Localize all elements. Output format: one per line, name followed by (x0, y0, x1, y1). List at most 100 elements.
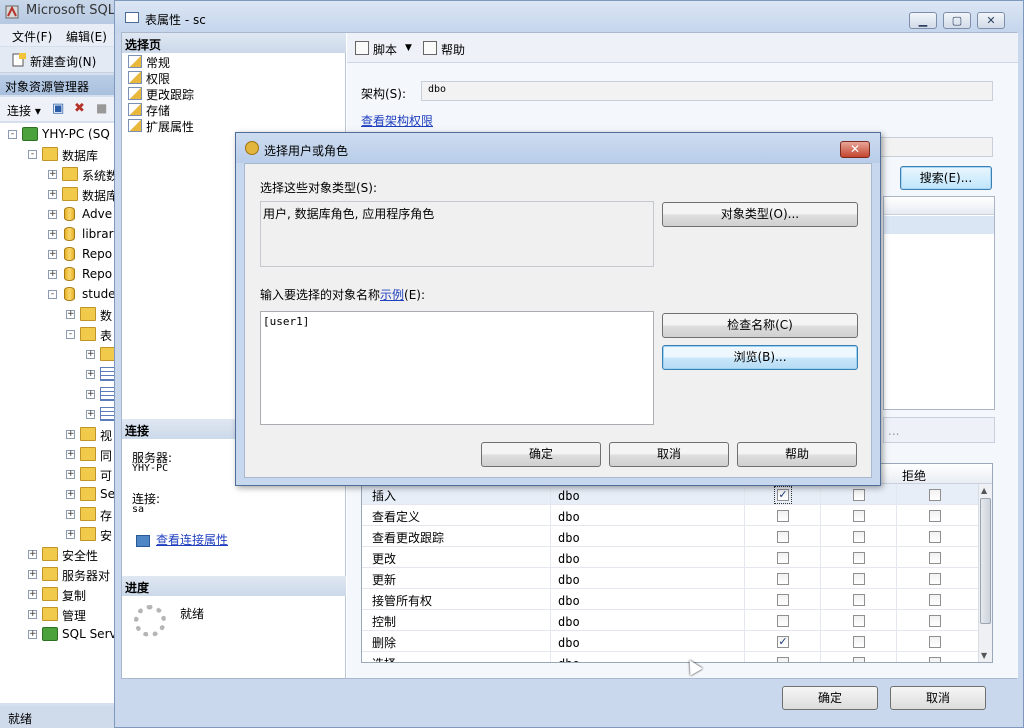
connect-dropdown[interactable]: 连接 ▾ (7, 104, 41, 118)
expand-icon[interactable]: + (86, 390, 95, 399)
deny-checkbox[interactable] (929, 510, 941, 522)
expand-icon[interactable]: + (66, 490, 75, 499)
with-grant-checkbox[interactable] (853, 657, 865, 662)
with-grant-checkbox[interactable] (853, 594, 865, 606)
maximize-button[interactable]: ▢ (943, 12, 971, 29)
grant-checkbox[interactable] (777, 510, 789, 522)
scroll-up-icon[interactable]: ▲ (981, 486, 987, 495)
expand-icon[interactable]: + (86, 410, 95, 419)
disconnect-icon[interactable]: ✖ (74, 101, 85, 116)
menu-edit[interactable]: 编辑(E) (66, 28, 107, 45)
expand-icon[interactable]: + (66, 510, 75, 519)
expand-icon[interactable]: + (86, 370, 95, 379)
select-dialog-close-button[interactable]: ✕ (840, 141, 870, 158)
deny-checkbox[interactable] (929, 573, 941, 585)
deny-checkbox[interactable] (929, 657, 941, 662)
menu-file[interactable]: 文件(F) (12, 28, 52, 45)
expand-icon[interactable]: + (28, 610, 37, 619)
scroll-down-icon[interactable]: ▼ (981, 651, 987, 660)
permission-row[interactable]: 删除 dbo ✓ (362, 631, 978, 652)
collapse-icon[interactable]: - (48, 290, 57, 299)
expand-icon[interactable]: + (86, 350, 95, 359)
object-types-button[interactable]: 对象类型(O)... (662, 202, 858, 227)
expand-icon[interactable]: + (66, 470, 75, 479)
expand-icon[interactable]: + (48, 270, 57, 279)
close-button[interactable]: ✕ (977, 12, 1005, 29)
with-grant-checkbox[interactable] (853, 573, 865, 585)
view-schema-permissions-link[interactable]: 查看架构权限 (361, 112, 433, 129)
permission-row[interactable]: 更改 dbo (362, 547, 978, 568)
deny-checkbox[interactable] (929, 489, 941, 501)
permission-row[interactable]: 接管所有权 dbo (362, 589, 978, 610)
with-grant-checkbox[interactable] (853, 489, 865, 501)
deny-checkbox[interactable] (929, 636, 941, 648)
stop-icon[interactable]: ■ (96, 101, 107, 115)
permission-row[interactable]: 查看定义 dbo (362, 505, 978, 526)
expand-icon[interactable]: + (66, 310, 75, 319)
collapse-icon[interactable]: - (28, 150, 37, 159)
minimize-button[interactable]: ▁ (909, 12, 937, 29)
grant-checkbox[interactable]: ✓ (774, 486, 792, 504)
grant-checkbox[interactable] (777, 657, 789, 662)
grant-checkbox[interactable] (777, 615, 789, 627)
view-connection-properties[interactable]: 查看连接属性 (136, 531, 228, 548)
script-dropdown-chevron-icon[interactable]: ▼ (405, 43, 412, 53)
check-names-button[interactable]: 检查名称(C) (662, 313, 858, 338)
cancel-button[interactable]: 取消 (890, 686, 986, 710)
users-roles-list-selected-row[interactable] (884, 216, 994, 234)
users-roles-list[interactable] (883, 196, 995, 410)
ok-button[interactable]: 确定 (782, 686, 878, 710)
permission-row[interactable]: 查看更改跟踪 dbo (362, 526, 978, 547)
with-grant-checkbox[interactable] (853, 531, 865, 543)
object-names-input[interactable]: [user1] (260, 311, 654, 425)
expand-icon[interactable]: + (48, 170, 57, 179)
deny-checkbox[interactable] (929, 531, 941, 543)
expand-icon[interactable]: + (66, 450, 75, 459)
page-extended-properties[interactable]: 扩展属性 (126, 118, 194, 134)
with-grant-checkbox[interactable] (853, 510, 865, 522)
grant-checkbox[interactable] (777, 594, 789, 606)
expand-icon[interactable]: + (28, 550, 37, 559)
grant-checkbox[interactable] (777, 573, 789, 585)
with-grant-checkbox[interactable] (853, 636, 865, 648)
view-connection-properties-link[interactable]: 查看连接属性 (156, 533, 228, 547)
permission-row[interactable]: 插入 dbo ✓ (362, 484, 978, 505)
expand-icon[interactable]: + (48, 230, 57, 239)
page-change-tracking[interactable]: 更改跟踪 (126, 86, 194, 102)
select-ok-button[interactable]: 确定 (481, 442, 601, 467)
expand-icon[interactable]: + (66, 530, 75, 539)
page-permissions[interactable]: 权限 (126, 70, 170, 86)
page-storage[interactable]: 存储 (126, 102, 170, 118)
permission-row[interactable]: 更新 dbo (362, 568, 978, 589)
browse-button[interactable]: 浏览(B)... (662, 345, 858, 370)
scrollbar-thumb[interactable] (980, 498, 991, 624)
collapse-icon[interactable]: - (8, 130, 17, 139)
collapse-icon[interactable]: - (66, 330, 75, 339)
connect-icon[interactable]: ▣ (52, 101, 64, 116)
deny-checkbox[interactable] (929, 552, 941, 564)
expand-icon[interactable]: + (66, 430, 75, 439)
select-help-button[interactable]: 帮助 (737, 442, 857, 467)
expand-icon[interactable]: + (48, 210, 57, 219)
with-grant-checkbox[interactable] (853, 552, 865, 564)
expand-icon[interactable]: + (28, 590, 37, 599)
permission-row[interactable]: 控制 dbo (362, 610, 978, 631)
grant-checkbox[interactable] (777, 531, 789, 543)
search-button[interactable]: 搜索(E)... (900, 166, 992, 190)
permission-row[interactable]: 选择 dbo (362, 652, 978, 662)
examples-link[interactable]: 示例 (380, 288, 404, 302)
new-query-button[interactable]: 新建查询(N) (12, 53, 96, 70)
grant-checkbox[interactable] (777, 552, 789, 564)
expand-icon[interactable]: + (28, 630, 37, 639)
help-button[interactable]: 帮助 (441, 41, 465, 58)
with-grant-checkbox[interactable] (853, 615, 865, 627)
expand-icon[interactable]: + (48, 250, 57, 259)
permissions-scrollbar[interactable]: ▲ ▼ (978, 484, 992, 662)
grant-checkbox[interactable]: ✓ (777, 636, 789, 648)
script-button[interactable]: 脚本 (373, 41, 397, 58)
deny-checkbox[interactable] (929, 615, 941, 627)
schema-field[interactable]: dbo (421, 81, 993, 101)
select-cancel-button[interactable]: 取消 (609, 442, 729, 467)
page-general[interactable]: 常规 (126, 54, 170, 70)
deny-checkbox[interactable] (929, 594, 941, 606)
